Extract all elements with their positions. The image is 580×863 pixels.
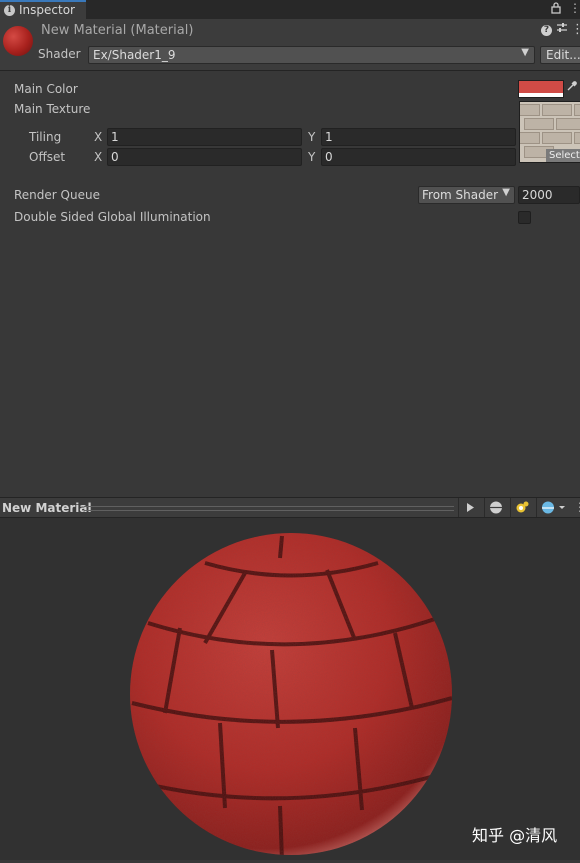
menu-icon[interactable]: ⋮ bbox=[569, 1, 580, 15]
sphere-texture bbox=[130, 533, 452, 855]
offset-x-value: 0 bbox=[111, 150, 119, 164]
tiling-label: Tiling bbox=[29, 130, 62, 144]
texture-brick bbox=[520, 104, 540, 116]
texture-select-button[interactable]: Select bbox=[546, 149, 580, 162]
material-thumbnail bbox=[3, 26, 33, 56]
shader-value: Ex/Shader1_9 bbox=[93, 48, 176, 62]
material-title: New Material (Material) bbox=[41, 23, 194, 38]
tab-bar bbox=[0, 0, 580, 19]
preview-background-button[interactable] bbox=[536, 498, 570, 517]
tiling-x-field[interactable]: 1 bbox=[107, 128, 302, 146]
play-icon bbox=[467, 503, 474, 512]
chevron-down-icon: ▼ bbox=[521, 47, 529, 58]
material-preview-area[interactable] bbox=[0, 518, 580, 860]
lock-icon[interactable] bbox=[551, 2, 561, 17]
tab-inspector[interactable]: i Inspector bbox=[0, 0, 86, 19]
edit-shader-button[interactable]: Edit... bbox=[540, 46, 580, 64]
eyedropper-icon[interactable] bbox=[566, 80, 578, 96]
offset-y-label: Y bbox=[308, 150, 316, 164]
main-color-label: Main Color bbox=[14, 82, 78, 96]
render-queue-dropdown[interactable]: From Shader ▼ bbox=[418, 186, 515, 204]
offset-x-field[interactable]: 0 bbox=[107, 148, 302, 166]
preview-mesh-button[interactable] bbox=[484, 498, 506, 517]
alpha-bar bbox=[519, 94, 563, 97]
render-queue-value: 2000 bbox=[522, 188, 553, 202]
texture-brick bbox=[520, 132, 540, 144]
chevron-down-icon: ▼ bbox=[502, 187, 510, 198]
texture-brick bbox=[574, 132, 580, 144]
render-queue-value-field[interactable]: 2000 bbox=[518, 186, 580, 204]
main-texture-slot[interactable]: Select bbox=[519, 101, 580, 163]
header-menu-icon[interactable]: ⋮ bbox=[571, 22, 580, 37]
shader-dropdown[interactable]: Ex/Shader1_9 ▼ bbox=[88, 46, 535, 64]
light-icon bbox=[516, 501, 529, 513]
texture-brick bbox=[542, 132, 572, 144]
texture-brick bbox=[542, 104, 572, 116]
tiling-y-value: 1 bbox=[325, 130, 333, 144]
tiling-x-label: X bbox=[94, 130, 103, 144]
texture-brick bbox=[524, 118, 554, 130]
preview-title: New Material bbox=[2, 501, 92, 515]
double-sided-gi-checkbox[interactable] bbox=[518, 211, 531, 224]
tiling-x-value: 1 bbox=[111, 130, 119, 144]
color-fill bbox=[519, 81, 563, 93]
offset-label: Offset bbox=[29, 150, 66, 164]
background-sphere-icon bbox=[542, 501, 565, 514]
preview-drag-handle[interactable] bbox=[84, 506, 454, 511]
render-queue-label: Render Queue bbox=[14, 188, 100, 202]
main-color-field[interactable] bbox=[518, 80, 564, 98]
tab-label: Inspector bbox=[19, 3, 75, 17]
tiling-y-field[interactable]: 1 bbox=[321, 128, 516, 146]
info-icon: i bbox=[4, 5, 15, 16]
offset-y-field[interactable]: 0 bbox=[321, 148, 516, 166]
main-texture-label: Main Texture bbox=[14, 102, 91, 116]
preview-play-button[interactable] bbox=[458, 498, 480, 517]
texture-brick bbox=[574, 104, 580, 116]
edit-button-label: Edit... bbox=[546, 48, 580, 62]
tiling-y-label: Y bbox=[308, 130, 316, 144]
offset-y-value: 0 bbox=[325, 150, 333, 164]
shader-label: Shader bbox=[38, 47, 81, 61]
watermark: 知乎 @清风 bbox=[472, 826, 558, 845]
preview-sphere bbox=[130, 533, 452, 855]
preview-light-button[interactable] bbox=[510, 498, 532, 517]
double-sided-gi-label: Double Sided Global Illumination bbox=[14, 210, 211, 224]
help-icon[interactable]: ? bbox=[541, 25, 552, 36]
sphere-mesh-icon bbox=[490, 501, 502, 514]
texture-brick bbox=[556, 118, 580, 130]
preview-more-icon[interactable]: ⋮ bbox=[574, 500, 580, 514]
presets-icon[interactable] bbox=[556, 22, 568, 37]
render-queue-mode: From Shader bbox=[422, 188, 499, 202]
offset-x-label: X bbox=[94, 150, 103, 164]
